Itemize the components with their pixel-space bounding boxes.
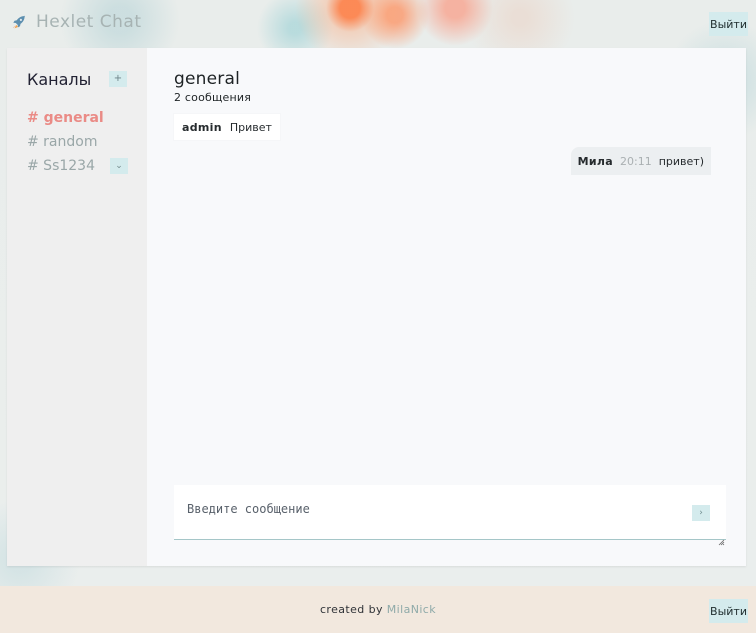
message-author: Мила (577, 154, 614, 168)
logout-button-bottom[interactable]: Выйти (709, 599, 748, 623)
channels-sidebar: Каналы + # general # random # Ss1234 ⌄ (7, 48, 147, 566)
channel-label-random: # random (27, 134, 98, 150)
message-text: привет) (658, 154, 704, 168)
channel-title: general (174, 69, 241, 89)
chevron-down-icon: ⌄ (115, 160, 123, 171)
channels-title: Каналы (27, 69, 92, 89)
footer: created by MilaNick Выйти (0, 586, 756, 633)
send-button[interactable]: › (692, 505, 710, 521)
brand-link[interactable]: Hexlet Chat (10, 12, 141, 32)
message-text: Привет (229, 120, 272, 134)
footer-author-link[interactable]: MilaNick (387, 603, 436, 616)
channels-header: Каналы + (27, 69, 147, 89)
footer-created-by: created by (319, 603, 383, 616)
rocket-icon (10, 13, 28, 31)
message-author: admin (182, 120, 222, 134)
message-input[interactable] (174, 485, 726, 539)
channel-options-button[interactable]: ⌄ (110, 158, 128, 174)
channel-item-general[interactable]: # general (27, 106, 128, 130)
brand-title: Hexlet Chat (36, 12, 142, 32)
top-navigation: Hexlet Chat Выйти (0, 0, 756, 48)
chevron-right-icon: › (699, 508, 703, 518)
channels-list: # general # random # Ss1234 ⌄ (27, 106, 147, 178)
channel-item-random[interactable]: # random (27, 130, 128, 154)
message-count: 2 сообщения (174, 91, 252, 104)
message-item-mila: Мила 20:11 привет) (570, 147, 711, 175)
message-item-admin: admin Привет (174, 114, 280, 140)
channel-item-ss1234[interactable]: # Ss1234 ⌄ (27, 154, 128, 178)
message-time: 20:11 (620, 154, 652, 168)
resize-handle-icon[interactable] (718, 531, 725, 546)
chat-window: Каналы + # general # random # Ss1234 ⌄ g… (7, 48, 746, 566)
footer-credit: created by MilaNick (0, 603, 756, 616)
logout-button-top[interactable]: Выйти (709, 12, 748, 36)
channel-label-ss1234: # Ss1234 (27, 158, 95, 174)
message-composer: › (174, 485, 726, 546)
plus-icon: + (113, 73, 123, 84)
add-channel-button[interactable]: + (109, 71, 127, 87)
channel-header: general 2 сообщения (174, 69, 251, 104)
messages-panel: general 2 сообщения admin Привет Мила 20… (147, 48, 746, 566)
channel-label-general: # general (27, 110, 104, 126)
